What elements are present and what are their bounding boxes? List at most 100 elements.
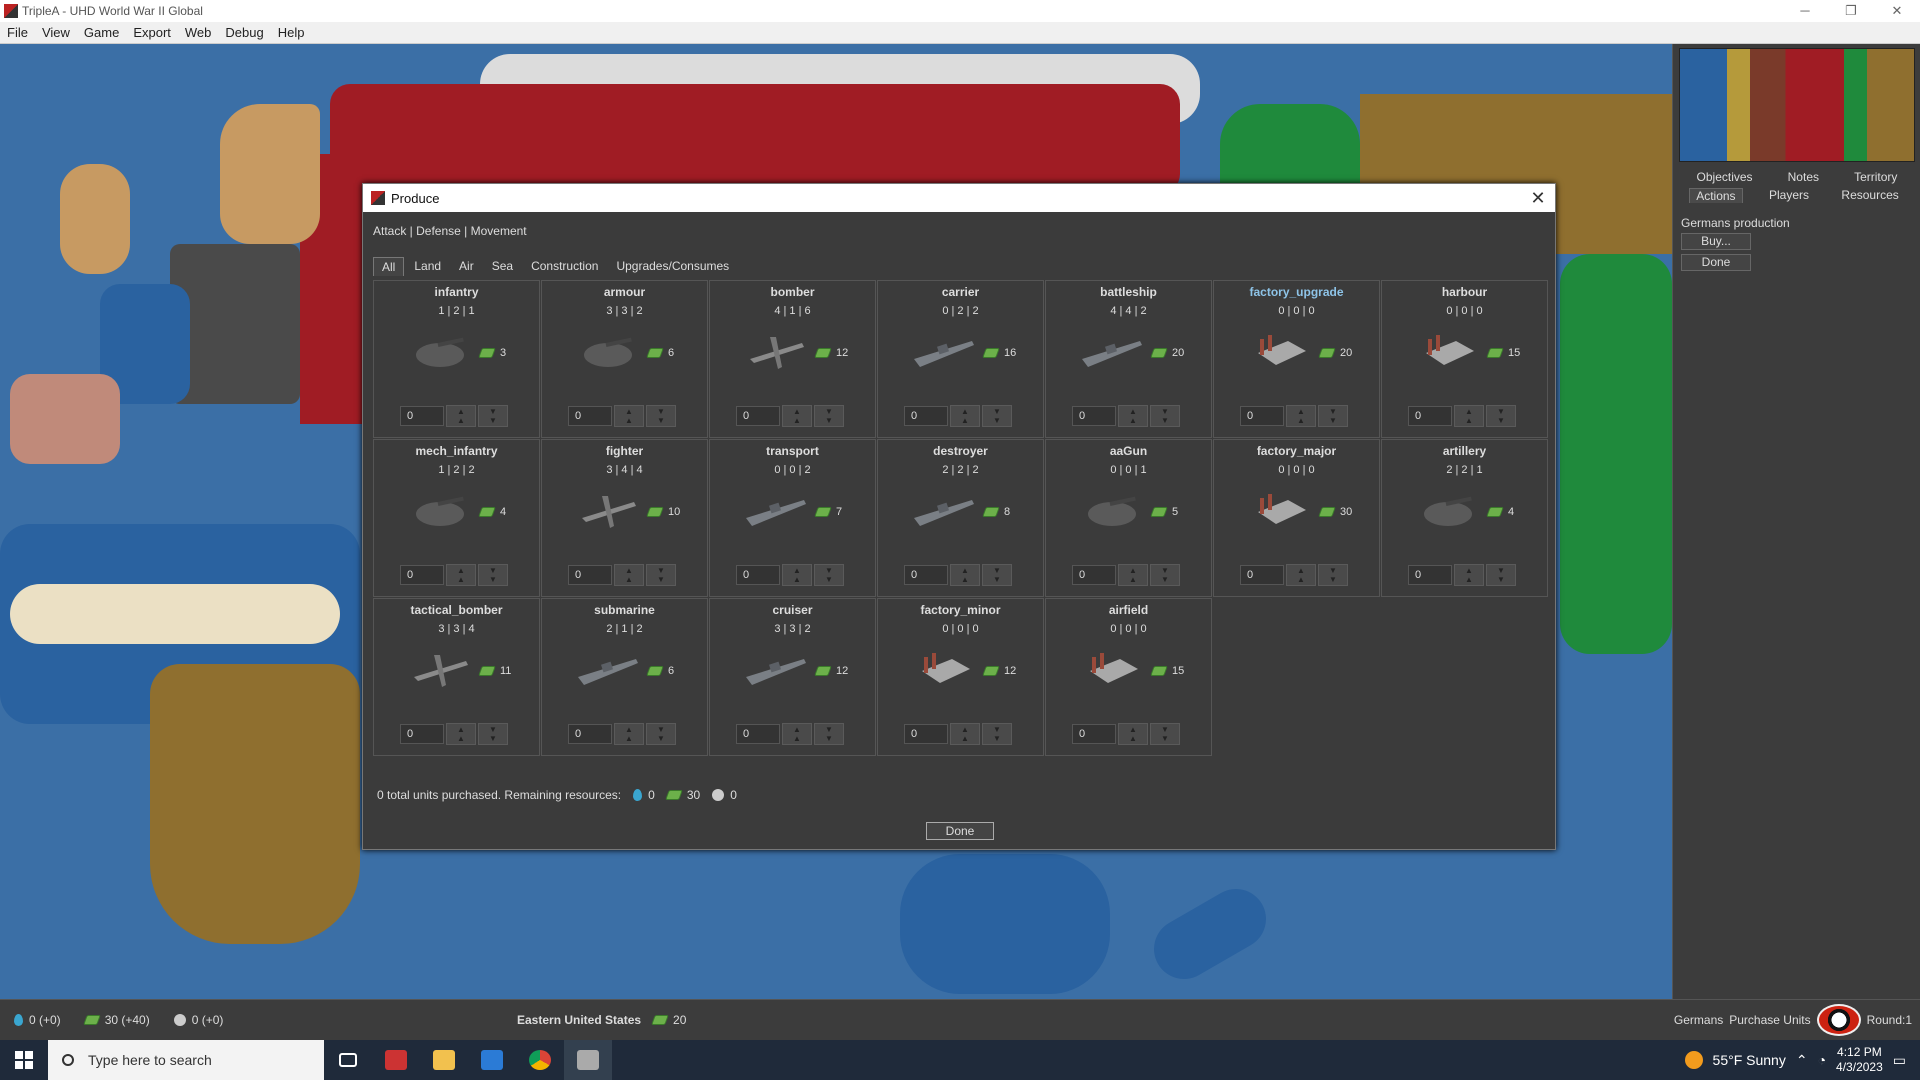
network-icon[interactable]: ◔ <box>1818 1052 1826 1068</box>
decrement-button[interactable]: ▼ ▼ <box>646 405 676 427</box>
chrome-icon[interactable] <box>516 1040 564 1080</box>
tab-actions[interactable]: Actions <box>1689 187 1743 203</box>
unit-cost: 6 <box>646 347 674 359</box>
tab-players[interactable]: Players <box>1763 188 1815 202</box>
menu-game[interactable]: Game <box>77 25 126 40</box>
decrement-button[interactable]: ▼ ▼ <box>814 723 844 745</box>
quantity-input[interactable]: 0 <box>1072 724 1116 744</box>
restore-button[interactable]: ❐ <box>1828 0 1874 22</box>
taskbar-search[interactable]: Type here to search <box>48 1040 324 1080</box>
decrement-button[interactable]: ▼ ▼ <box>1486 564 1516 586</box>
decrement-button[interactable]: ▼ ▼ <box>646 723 676 745</box>
notifications-icon[interactable]: ▭ <box>1893 1052 1906 1069</box>
quantity-input[interactable]: 0 <box>1072 406 1116 426</box>
decrement-button[interactable]: ▼ ▼ <box>1318 564 1348 586</box>
minimize-button[interactable]: ─ <box>1782 0 1828 22</box>
increment-button[interactable]: ▲ ▲ <box>446 564 476 586</box>
decrement-button[interactable]: ▼ ▼ <box>1486 405 1516 427</box>
decrement-button[interactable]: ▼ ▼ <box>982 564 1012 586</box>
decrement-button[interactable]: ▼ ▼ <box>1150 723 1180 745</box>
increment-button[interactable]: ▲ ▲ <box>614 723 644 745</box>
tab-sea[interactable]: Sea <box>484 257 521 276</box>
quantity-input[interactable]: 0 <box>904 565 948 585</box>
tray-chevron-icon[interactable]: ⌃ <box>1796 1052 1808 1069</box>
quantity-input[interactable]: 0 <box>400 565 444 585</box>
triplea-taskbar-icon[interactable] <box>372 1040 420 1080</box>
decrement-button[interactable]: ▼ ▼ <box>478 723 508 745</box>
file-explorer-icon[interactable] <box>420 1040 468 1080</box>
decrement-button[interactable]: ▼ ▼ <box>982 405 1012 427</box>
sidebar-done-button[interactable]: Done <box>1681 254 1751 271</box>
tab-notes[interactable]: Notes <box>1782 170 1825 184</box>
quantity-input[interactable]: 0 <box>736 565 780 585</box>
decrement-button[interactable]: ▼ ▼ <box>814 564 844 586</box>
menu-view[interactable]: View <box>35 25 77 40</box>
tab-construction[interactable]: Construction <box>523 257 606 276</box>
clock[interactable]: 4:12 PM 4/3/2023 <box>1836 1045 1883 1075</box>
decrement-button[interactable]: ▼ ▼ <box>1318 405 1348 427</box>
quantity-input[interactable]: 0 <box>904 406 948 426</box>
start-button[interactable] <box>0 1040 48 1080</box>
tab-air[interactable]: Air <box>451 257 482 276</box>
decrement-button[interactable]: ▼ ▼ <box>982 723 1012 745</box>
increment-button[interactable]: ▲ ▲ <box>614 564 644 586</box>
increment-button[interactable]: ▲ ▲ <box>950 723 980 745</box>
unit-cell-battleship: battleship 4 | 4 | 2 20 0 ▲ ▲ ▼ ▼ <box>1045 280 1212 438</box>
increment-button[interactable]: ▲ ▲ <box>1118 723 1148 745</box>
increment-button[interactable]: ▲ ▲ <box>1118 564 1148 586</box>
decrement-button[interactable]: ▼ ▼ <box>478 405 508 427</box>
menu-help[interactable]: Help <box>271 25 312 40</box>
increment-button[interactable]: ▲ ▲ <box>1286 405 1316 427</box>
increment-button[interactable]: ▲ ▲ <box>1118 405 1148 427</box>
tab-objectives[interactable]: Objectives <box>1691 170 1759 184</box>
increment-button[interactable]: ▲ ▲ <box>782 405 812 427</box>
triplea-game-icon[interactable] <box>564 1040 612 1080</box>
increment-button[interactable]: ▲ ▲ <box>1454 405 1484 427</box>
menu-web[interactable]: Web <box>178 25 219 40</box>
increment-button[interactable]: ▲ ▲ <box>1454 564 1484 586</box>
task-view-icon[interactable] <box>324 1040 372 1080</box>
menu-debug[interactable]: Debug <box>218 25 270 40</box>
quantity-input[interactable]: 0 <box>1240 406 1284 426</box>
increment-button[interactable]: ▲ ▲ <box>950 564 980 586</box>
increment-button[interactable]: ▲ ▲ <box>446 723 476 745</box>
quantity-input[interactable]: 0 <box>904 724 948 744</box>
quantity-input[interactable]: 0 <box>568 565 612 585</box>
increment-button[interactable]: ▲ ▲ <box>1286 564 1316 586</box>
dialog-done-button[interactable]: Done <box>926 822 994 840</box>
decrement-button[interactable]: ▼ ▼ <box>478 564 508 586</box>
minimap[interactable] <box>1679 48 1915 162</box>
increment-button[interactable]: ▲ ▲ <box>782 723 812 745</box>
quantity-input[interactable]: 0 <box>400 724 444 744</box>
quantity-input[interactable]: 0 <box>568 406 612 426</box>
increment-button[interactable]: ▲ ▲ <box>782 564 812 586</box>
tab-upgrades-consumes[interactable]: Upgrades/Consumes <box>608 257 737 276</box>
quantity-input[interactable]: 0 <box>736 406 780 426</box>
quantity-input[interactable]: 0 <box>1408 565 1452 585</box>
arrow-down-small-icon: ▼ <box>657 734 665 743</box>
weather-text: 55°F Sunny <box>1712 1052 1786 1068</box>
quantity-input[interactable]: 0 <box>1408 406 1452 426</box>
quantity-input[interactable]: 0 <box>1240 565 1284 585</box>
decrement-button[interactable]: ▼ ▼ <box>1150 564 1180 586</box>
tab-territory[interactable]: Territory <box>1848 170 1903 184</box>
tab-resources[interactable]: Resources <box>1835 188 1904 202</box>
decrement-button[interactable]: ▼ ▼ <box>1150 405 1180 427</box>
menu-file[interactable]: File <box>0 25 35 40</box>
menu-export[interactable]: Export <box>126 25 178 40</box>
store-icon[interactable] <box>468 1040 516 1080</box>
increment-button[interactable]: ▲ ▲ <box>614 405 644 427</box>
buy-button[interactable]: Buy... <box>1681 233 1751 250</box>
close-window-button[interactable]: ✕ <box>1874 0 1920 22</box>
quantity-input[interactable]: 0 <box>568 724 612 744</box>
decrement-button[interactable]: ▼ ▼ <box>814 405 844 427</box>
quantity-input[interactable]: 0 <box>736 724 780 744</box>
increment-button[interactable]: ▲ ▲ <box>950 405 980 427</box>
dialog-close-button[interactable]: ✕ <box>1521 188 1555 209</box>
decrement-button[interactable]: ▼ ▼ <box>646 564 676 586</box>
increment-button[interactable]: ▲ ▲ <box>446 405 476 427</box>
quantity-input[interactable]: 0 <box>400 406 444 426</box>
tab-land[interactable]: Land <box>406 257 449 276</box>
tab-all[interactable]: All <box>373 257 405 276</box>
quantity-input[interactable]: 0 <box>1072 565 1116 585</box>
